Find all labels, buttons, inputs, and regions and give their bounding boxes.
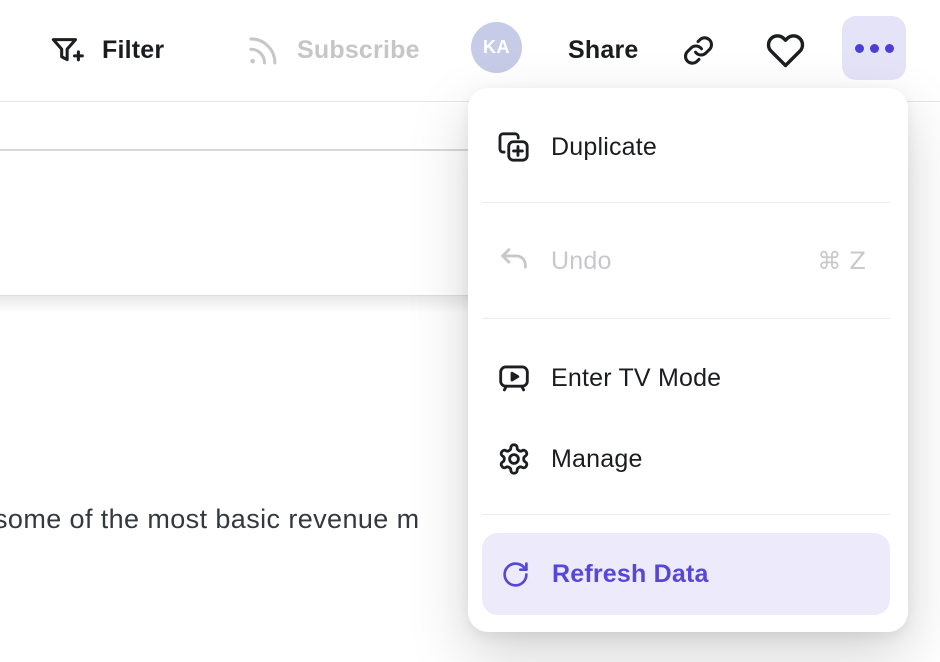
tv-play-icon [497,361,531,395]
avatar[interactable]: KA [471,22,522,73]
menu-divider [482,514,890,515]
subscribe-button[interactable]: Subscribe [244,0,420,101]
menu-divider [482,202,890,203]
copy-link-button[interactable] [681,0,716,101]
app-screen: Filter Subscribe KA Share [0,0,940,662]
filter-button[interactable]: Filter [48,0,164,101]
favorite-button[interactable] [766,0,805,101]
context-menu: Duplicate Undo ⌘ Z Enter TV Mode [468,88,908,632]
toolbar: Filter Subscribe KA Share [0,0,940,101]
menu-item-label: Duplicate [551,133,657,162]
rss-icon [244,32,281,69]
menu-item-undo: Undo ⌘ Z [468,233,908,289]
share-label: Share [568,36,638,65]
filter-label: Filter [102,36,164,65]
subscribe-label: Subscribe [297,36,420,65]
share-button[interactable]: Share [568,0,638,101]
gear-icon [497,442,531,476]
more-options-button[interactable] [842,16,906,80]
menu-item-duplicate[interactable]: Duplicate [468,119,908,175]
ellipsis-icon [855,44,864,53]
menu-item-label: Enter TV Mode [551,364,721,393]
menu-item-label: Manage [551,445,643,474]
menu-item-label: Refresh Data [552,560,709,589]
menu-item-refresh-data[interactable]: Refresh Data [482,533,890,615]
link-icon [681,33,716,68]
refresh-icon [501,560,530,589]
duplicate-icon [497,130,531,164]
menu-divider [482,318,890,319]
avatar-initials: KA [483,37,510,58]
heart-icon [766,31,805,70]
menu-item-label: Undo [551,247,612,276]
menu-item-manage[interactable]: Manage [468,431,908,487]
menu-item-enter-tv-mode[interactable]: Enter TV Mode [468,350,908,406]
filter-plus-icon [48,32,86,70]
undo-icon [497,244,531,278]
undo-shortcut: ⌘ Z [817,247,866,275]
